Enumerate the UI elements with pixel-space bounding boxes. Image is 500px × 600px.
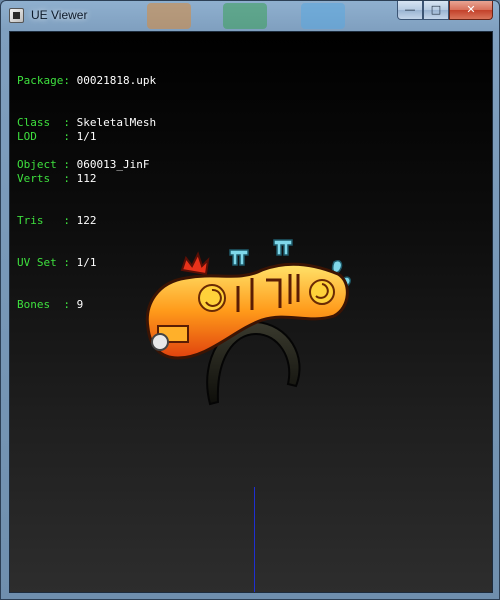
info-row-tris: Tris : 122 [17, 214, 96, 228]
caption-buttons: — □ ✕ [397, 1, 493, 21]
info-row-lod: LOD : 1/1 [17, 130, 96, 144]
app-icon[interactable] [9, 8, 24, 23]
info-row-bones: Bones : 9 [17, 298, 96, 312]
axis-line [254, 487, 255, 592]
window-title: UE Viewer [31, 8, 88, 22]
info-label: Bones : [17, 298, 70, 311]
info-value: 122 [76, 214, 97, 227]
info-row-uvset: UV Set : 1/1 [17, 256, 96, 270]
info-row-verts: Verts : 112 [17, 172, 96, 186]
info-value: 9 [76, 298, 84, 311]
minimize-button[interactable]: — [397, 1, 423, 20]
title-bar[interactable]: UE Viewer — □ ✕ [1, 1, 499, 31]
info-label: Verts : [17, 172, 70, 185]
info-value: 1/1 [76, 130, 97, 143]
info-value: 00021818.upk [76, 74, 157, 87]
mesh-stats: LOD : 1/1 Verts : 112 Tris : 122 UV Set … [17, 102, 96, 340]
info-label: Tris : [17, 214, 70, 227]
red-spikes [180, 251, 210, 276]
info-label: LOD : [17, 130, 70, 143]
info-label: Package: [17, 74, 70, 87]
info-label: UV Set : [17, 256, 70, 269]
ue-viewer-window: UE Viewer — □ ✕ Package: 00021818.upk Cl… [0, 0, 500, 600]
maximize-button[interactable]: □ [423, 1, 449, 20]
info-row-package: Package: 00021818.upk [17, 74, 156, 88]
info-value: 1/1 [76, 256, 97, 269]
close-button[interactable]: ✕ [449, 1, 493, 20]
3d-viewport[interactable]: Package: 00021818.upk Class : SkeletalMe… [9, 31, 493, 593]
headband-model[interactable] [138, 208, 358, 408]
info-value: 112 [76, 172, 97, 185]
korean-letters-graphic [145, 262, 349, 360]
